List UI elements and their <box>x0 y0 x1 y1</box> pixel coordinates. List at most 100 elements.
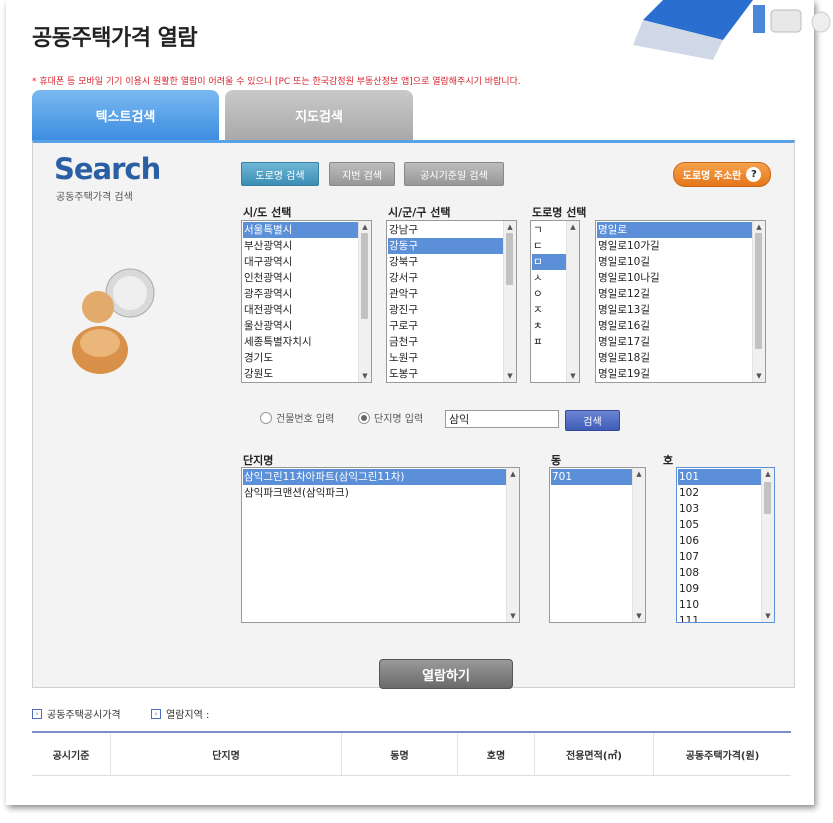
scroll-down-icon[interactable]: ▼ <box>633 610 645 622</box>
list-item[interactable]: 명일로19길 <box>597 366 753 382</box>
list-item[interactable]: 103 <box>678 501 762 517</box>
radio-building-no[interactable]: 건물번호 입력 <box>260 410 334 425</box>
lot-search-button[interactable]: 지번 검색 <box>329 162 395 186</box>
scroll-up-icon[interactable]: ▲ <box>504 221 516 233</box>
list-item[interactable]: 110 <box>678 597 762 613</box>
list-item[interactable]: 대전광역시 <box>243 302 359 318</box>
list-item[interactable]: 명일로16길 <box>597 318 753 334</box>
tab-map-search[interactable]: 지도검색 <box>225 90 413 140</box>
scroll-down-icon[interactable]: ▼ <box>507 610 519 622</box>
list-item[interactable]: 107 <box>678 549 762 565</box>
list-item[interactable]: 대구광역시 <box>243 254 359 270</box>
scroll-down-icon[interactable]: ▼ <box>359 370 371 382</box>
list-item[interactable]: ㅍ <box>532 334 567 350</box>
road-initial-listbox[interactable]: ㄱㄷㅁㅅㅇㅈㅊㅍ ▲ ▼ <box>530 220 580 383</box>
scroll-thumb[interactable] <box>764 482 771 514</box>
list-item[interactable]: 강동구 <box>388 238 504 254</box>
date-search-button[interactable]: 공시기준일 검색 <box>404 162 504 186</box>
radio-complex-name-circle[interactable] <box>358 411 370 424</box>
list-item[interactable]: 서울특별시 <box>243 222 359 238</box>
list-item[interactable]: ㅈ <box>532 302 567 318</box>
list-item[interactable]: 명일로 <box>597 222 753 238</box>
list-item[interactable]: ㅁ <box>532 254 567 270</box>
keyword-input[interactable]: 삼익 <box>445 410 559 428</box>
list-item[interactable]: 명일로18길 <box>597 350 753 366</box>
sido-items: 서울특별시 부산광역시 대구광역시 인천광역시 광주광역시 대전광역시 울산광역시 세종특별자… <box>243 222 359 382</box>
scroll-up-icon[interactable]: ▲ <box>753 221 765 233</box>
scroll-thumb[interactable] <box>361 233 368 319</box>
ho-listbox[interactable]: 101 102 103 105 106 107 108 109 110 111 ▲ ▼ <box>676 467 775 623</box>
scroll-down-icon[interactable]: ▼ <box>762 610 774 622</box>
scrollbar[interactable]: ▲ ▼ <box>566 221 579 382</box>
scroll-up-icon[interactable]: ▲ <box>633 468 645 480</box>
scrollbar[interactable]: ▲ ▼ <box>358 221 371 382</box>
list-item[interactable]: 금천구 <box>388 334 504 350</box>
view-button[interactable]: 열람하기 <box>379 659 513 689</box>
tab-text-search[interactable]: 텍스트검색 <box>32 90 219 140</box>
list-item[interactable]: 106 <box>678 533 762 549</box>
price-info: › 공동주택공시가격 <box>32 706 121 721</box>
list-item[interactable]: 도봉구 <box>388 366 504 382</box>
search-button[interactable]: 검색 <box>565 410 620 431</box>
dong-items: 701 <box>551 469 633 485</box>
list-item[interactable]: 삼익파크맨션(삼익파크) <box>243 485 507 501</box>
list-item[interactable]: 102 <box>678 485 762 501</box>
list-item[interactable]: 108 <box>678 565 762 581</box>
radio-building-no-circle[interactable] <box>260 411 272 424</box>
scroll-down-icon[interactable]: ▼ <box>567 370 579 382</box>
scroll-thumb[interactable] <box>755 233 762 349</box>
list-item[interactable]: 강원도 <box>243 366 359 382</box>
list-item[interactable]: 명일로10가길 <box>597 238 753 254</box>
list-item[interactable]: 세종특별자치시 <box>243 334 359 350</box>
list-item[interactable]: 인천광역시 <box>243 270 359 286</box>
list-item[interactable]: 101 <box>678 469 762 485</box>
scroll-down-icon[interactable]: ▼ <box>504 370 516 382</box>
list-item[interactable]: 경기도 <box>243 350 359 366</box>
list-item[interactable]: ㅅ <box>532 270 567 286</box>
list-item[interactable]: 명일로10길 <box>597 254 753 270</box>
list-item[interactable]: ㅊ <box>532 318 567 334</box>
list-item[interactable]: ㅇ <box>532 286 567 302</box>
road-search-button[interactable]: 도로명 검색 <box>241 162 319 186</box>
scrollbar[interactable]: ▲ ▼ <box>761 468 774 622</box>
list-item[interactable]: 울산광역시 <box>243 318 359 334</box>
list-item[interactable]: 105 <box>678 517 762 533</box>
road-address-button[interactable]: 도로명 주소란 ? <box>673 162 771 187</box>
scrollbar[interactable]: ▲ ▼ <box>503 221 516 382</box>
list-item[interactable]: 노원구 <box>388 350 504 366</box>
complex-listbox[interactable]: 삼익그린11차아파트(삼익그린11차) 삼익파크맨션(삼익파크) ▲ ▼ <box>241 467 520 623</box>
list-item[interactable]: 광주광역시 <box>243 286 359 302</box>
list-item[interactable]: 강남구 <box>388 222 504 238</box>
list-item[interactable]: 109 <box>678 581 762 597</box>
scroll-up-icon[interactable]: ▲ <box>507 468 519 480</box>
scroll-up-icon[interactable]: ▲ <box>567 221 579 233</box>
scroll-up-icon[interactable]: ▲ <box>762 468 774 480</box>
scrollbar[interactable]: ▲ ▼ <box>752 221 765 382</box>
list-item[interactable]: ㄱ <box>532 222 567 238</box>
list-item[interactable]: 부산광역시 <box>243 238 359 254</box>
list-item[interactable]: 명일로13길 <box>597 302 753 318</box>
radio-complex-name[interactable]: 단지명 입력 <box>358 410 423 425</box>
list-item[interactable]: 명일로10나길 <box>597 270 753 286</box>
list-item[interactable]: 관악구 <box>388 286 504 302</box>
sido-listbox[interactable]: 서울특별시 부산광역시 대구광역시 인천광역시 광주광역시 대전광역시 울산광역시 세종특별자… <box>241 220 372 383</box>
list-item[interactable]: 701 <box>551 469 633 485</box>
list-item[interactable]: ㄷ <box>532 238 567 254</box>
list-item[interactable]: 111 <box>678 613 762 622</box>
scrollbar[interactable]: ▲ ▼ <box>506 468 519 622</box>
list-item[interactable]: 광진구 <box>388 302 504 318</box>
list-item[interactable]: 명일로17길 <box>597 334 753 350</box>
scroll-up-icon[interactable]: ▲ <box>359 221 371 233</box>
dong-listbox[interactable]: 701 ▲ ▼ <box>549 467 646 623</box>
road-label: 도로명 선택 <box>532 206 587 219</box>
list-item[interactable]: 구로구 <box>388 318 504 334</box>
sigungu-listbox[interactable]: 강남구 강동구 강북구 강서구 관악구 광진구 구로구 금천구 노원구 도봉구 ▲ ▼ <box>386 220 517 383</box>
road-name-listbox[interactable]: 명일로 명일로10가길 명일로10길 명일로10나길 명일로12길 명일로13길 명일로16… <box>595 220 766 383</box>
list-item[interactable]: 강서구 <box>388 270 504 286</box>
scroll-thumb[interactable] <box>506 233 513 285</box>
scrollbar[interactable]: ▲ ▼ <box>632 468 645 622</box>
list-item[interactable]: 강북구 <box>388 254 504 270</box>
scroll-down-icon[interactable]: ▼ <box>753 370 765 382</box>
list-item[interactable]: 명일로12길 <box>597 286 753 302</box>
list-item[interactable]: 삼익그린11차아파트(삼익그린11차) <box>243 469 507 485</box>
